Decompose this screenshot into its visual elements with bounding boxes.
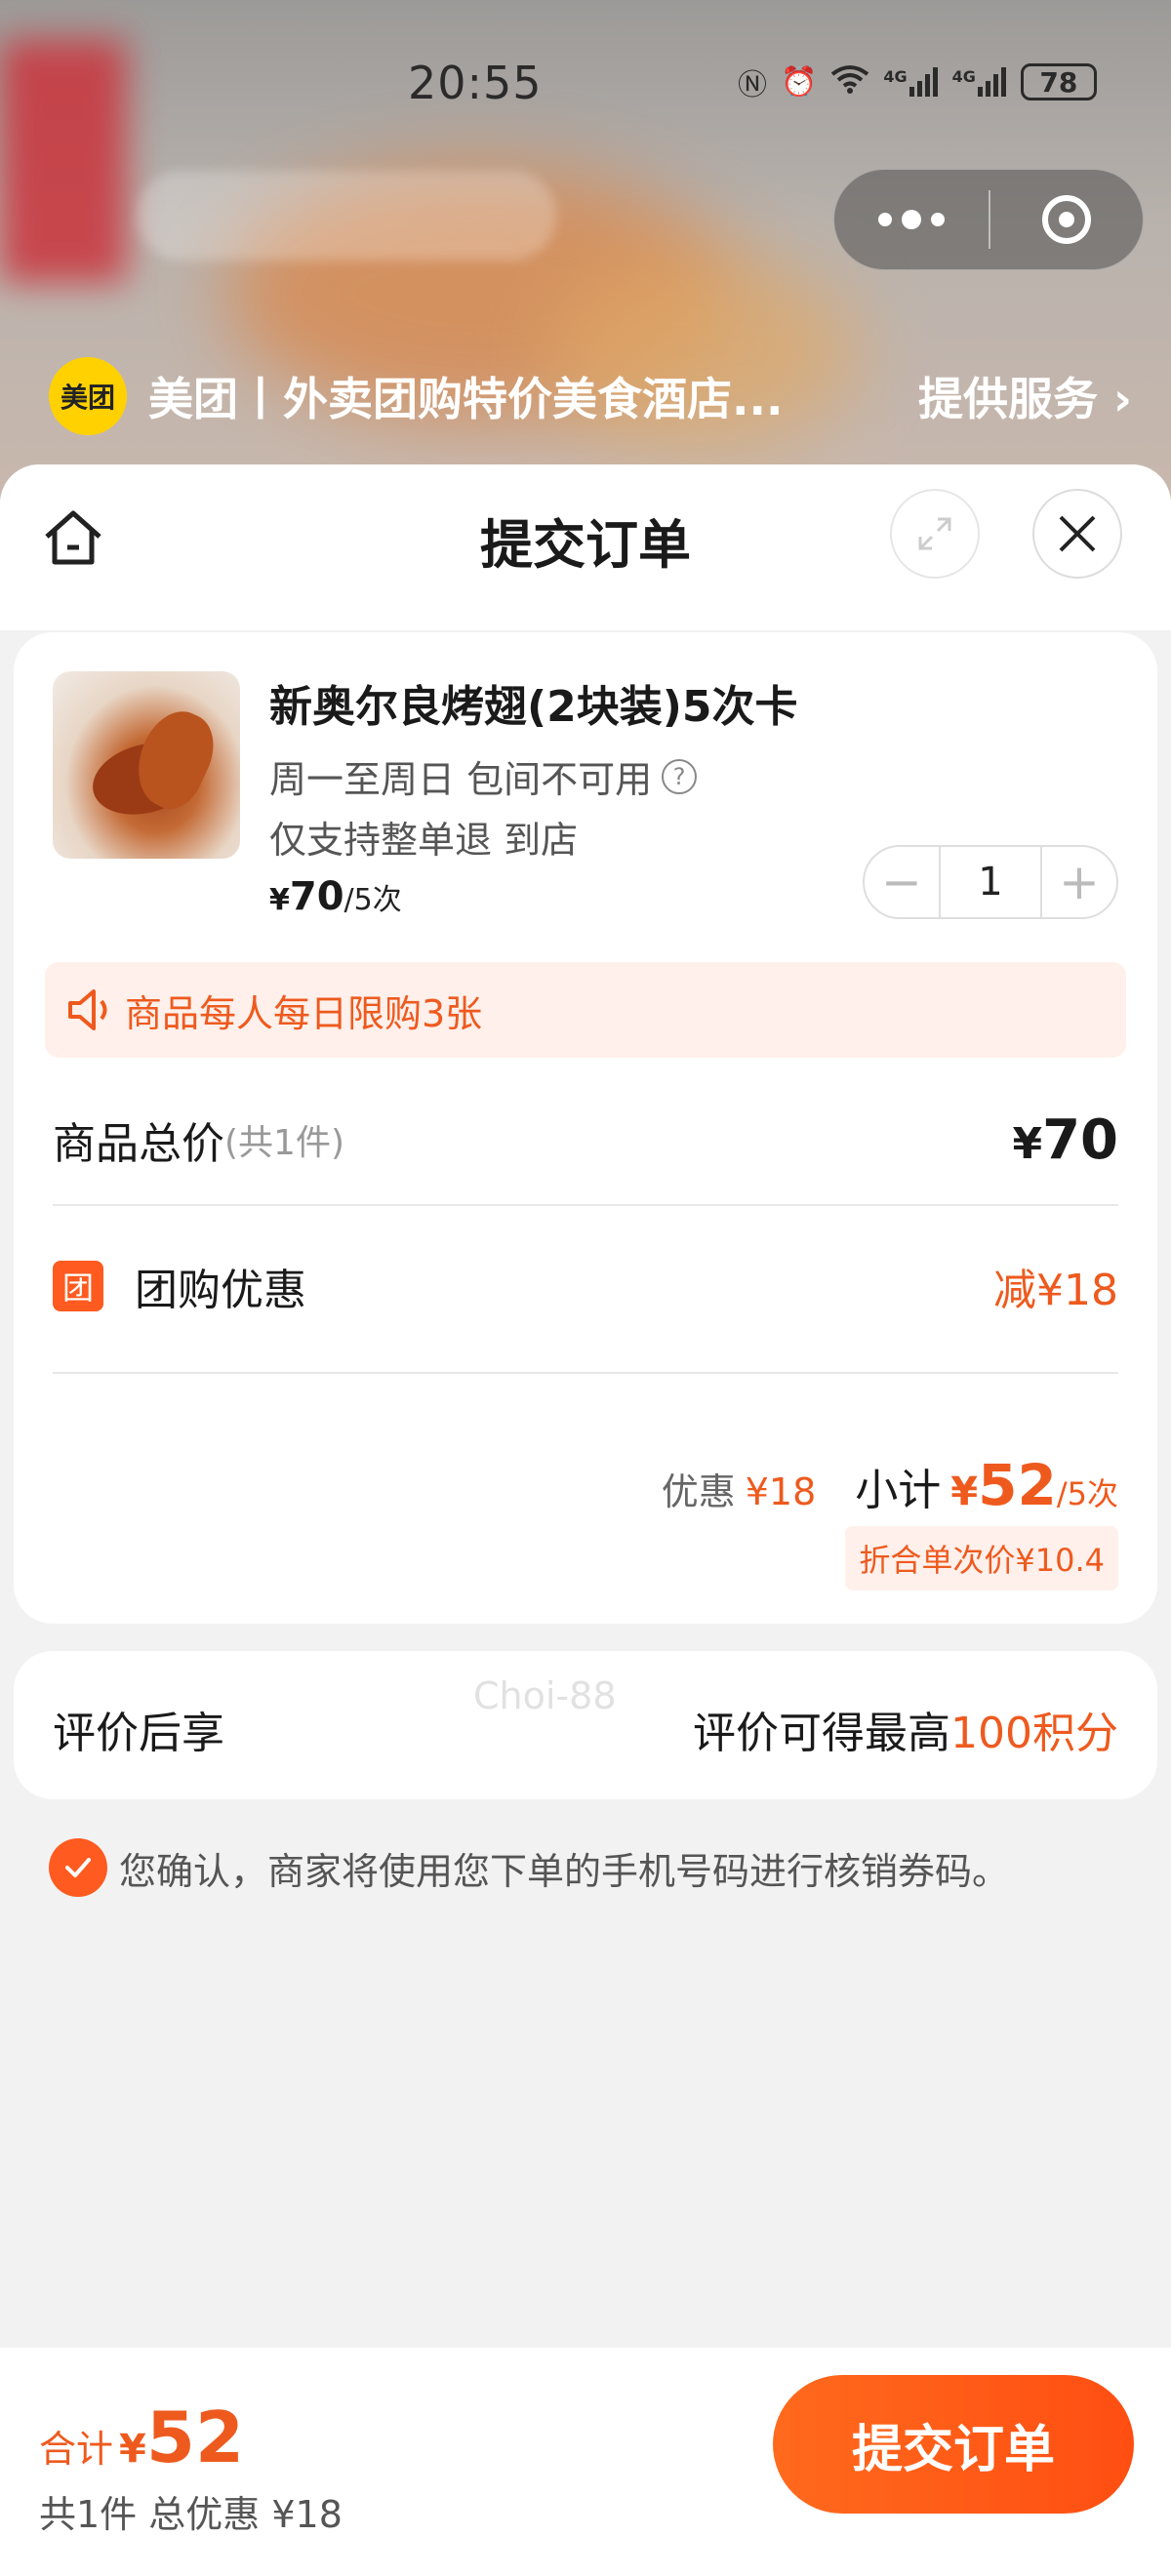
total-currency: ¥	[119, 2427, 146, 2472]
wifi-icon	[830, 62, 869, 101]
product-refund: 仅支持整单退 到店	[269, 819, 579, 862]
close-icon	[1059, 515, 1096, 552]
signal-icon: 4G	[883, 67, 938, 97]
group-discount-row: 团 团购优惠 减¥18	[53, 1224, 1118, 1348]
order-card: 新奥尔良烤翅(2块装)5次卡 周一至周日 包间不可用 ? 仅支持整单退 到店 ¥…	[14, 632, 1157, 1624]
subtotal-unit: /5次	[1056, 1475, 1118, 1512]
nfc-icon: Ⓝ	[738, 68, 767, 102]
order-total: 合计 ¥ 52	[39, 2396, 244, 2478]
exit-mini-program-button[interactable]	[990, 195, 1143, 244]
decrease-button[interactable]: −	[865, 847, 939, 917]
subtotal: 优惠 ¥18 小计 ¥ 52 /5次	[662, 1452, 1118, 1518]
review-reward: 评价可得最高100积分	[693, 1709, 1118, 1758]
page-title: 提交订单	[480, 514, 691, 576]
background-decoration	[0, 39, 127, 283]
service-link[interactable]: 提供服务 ›	[918, 364, 1132, 428]
background-decoration	[137, 171, 556, 261]
more-options-button[interactable]	[834, 170, 989, 269]
product-name: 新奥尔良烤翅(2块装)5次卡	[269, 682, 798, 732]
meituan-logo: 美团	[49, 357, 127, 435]
product-image	[53, 671, 240, 859]
service-link-label: 提供服务	[918, 373, 1099, 425]
availability-text: 周一至周日 包间不可用	[269, 758, 653, 801]
discount-value: ¥18	[745, 1470, 817, 1513]
phone-confirmation[interactable]: 您确认，商家将使用您下单的手机号码进行核销券码。	[49, 1838, 1009, 1897]
discount-label: 优惠	[661, 1470, 736, 1513]
sheet-header: 提交订单	[0, 464, 1171, 630]
confirmation-text: 您确认，商家将使用您下单的手机号码进行核销券码。	[119, 1849, 1010, 1893]
checkmark-icon[interactable]	[49, 1838, 107, 1897]
total-price-row: 商品总价 (共1件) ¥70	[53, 1091, 1118, 1188]
order-sheet: 提交订单 新奥尔良烤翅(2块装)5次卡 周一至周日 包间不可用 ? 仅支持整单退…	[0, 464, 1171, 2576]
total-summary: 共1件 总优惠 ¥18	[39, 2493, 343, 2536]
product-price: ¥70/5次	[269, 874, 402, 919]
mini-program-bar[interactable]: 美团 美团丨外卖团购特价美食酒店... 提供服务 ›	[49, 357, 1132, 435]
help-icon[interactable]: ?	[662, 758, 698, 794]
total-price-value: ¥70	[1012, 1107, 1118, 1172]
status-time: 20:55	[408, 57, 543, 109]
total-label: 合计	[39, 2428, 114, 2471]
watermark: Choi-88	[473, 1674, 617, 1717]
speaker-icon	[68, 989, 107, 1030]
battery-icon: 78	[1020, 63, 1097, 101]
mini-program-title: 美团丨外卖团购特价美食酒店...	[148, 373, 784, 425]
group-buy-badge: 团	[53, 1261, 103, 1311]
group-discount-value: 减¥18	[993, 1266, 1118, 1315]
product-availability: 周一至周日 包间不可用 ?	[269, 749, 698, 803]
per-use-price: 折合单次价¥10.4	[845, 1526, 1118, 1590]
checkout-bar: 合计 ¥ 52 共1件 总优惠 ¥18 提交订单	[0, 2348, 1171, 2576]
divider	[53, 1204, 1118, 1206]
subtotal-label: 小计	[855, 1466, 942, 1515]
dot-icon	[902, 210, 921, 229]
mini-program-capsule	[833, 169, 1144, 270]
total-price-label: 商品总价	[53, 1119, 224, 1169]
total-amount: 52	[145, 2396, 245, 2478]
subtotal-currency: ¥	[950, 1469, 979, 1514]
subtotal-value: 52	[978, 1452, 1057, 1518]
increase-button[interactable]: +	[1042, 847, 1116, 917]
expand-button[interactable]	[890, 489, 980, 579]
signal-icon: 4G	[952, 67, 1007, 97]
quantity-stepper[interactable]: − 1 +	[863, 845, 1118, 919]
expand-icon	[918, 517, 951, 550]
total-count: (共1件)	[224, 1123, 344, 1163]
purchase-limit-notice: 商品每人每日限购3张	[45, 962, 1126, 1058]
dot-icon	[878, 213, 892, 226]
dot-icon	[931, 213, 945, 226]
target-icon	[1042, 195, 1091, 244]
group-discount-label: 团购优惠	[135, 1266, 306, 1315]
close-button[interactable]	[1032, 489, 1122, 579]
review-label: 评价后享	[53, 1709, 224, 1758]
status-icons: Ⓝ ⏰ 4G 4G 78	[738, 60, 1097, 103]
review-reward-card[interactable]: 评价后享 评价可得最高100积分	[14, 1651, 1157, 1799]
quantity-value: 1	[939, 847, 1042, 917]
limit-text: 商品每人每日限购3张	[125, 991, 483, 1035]
submit-order-button[interactable]: 提交订单	[773, 2375, 1134, 2514]
alarm-icon: ⏰	[781, 64, 818, 100]
divider	[53, 1372, 1118, 1374]
chevron-right-icon: ›	[1098, 373, 1132, 425]
